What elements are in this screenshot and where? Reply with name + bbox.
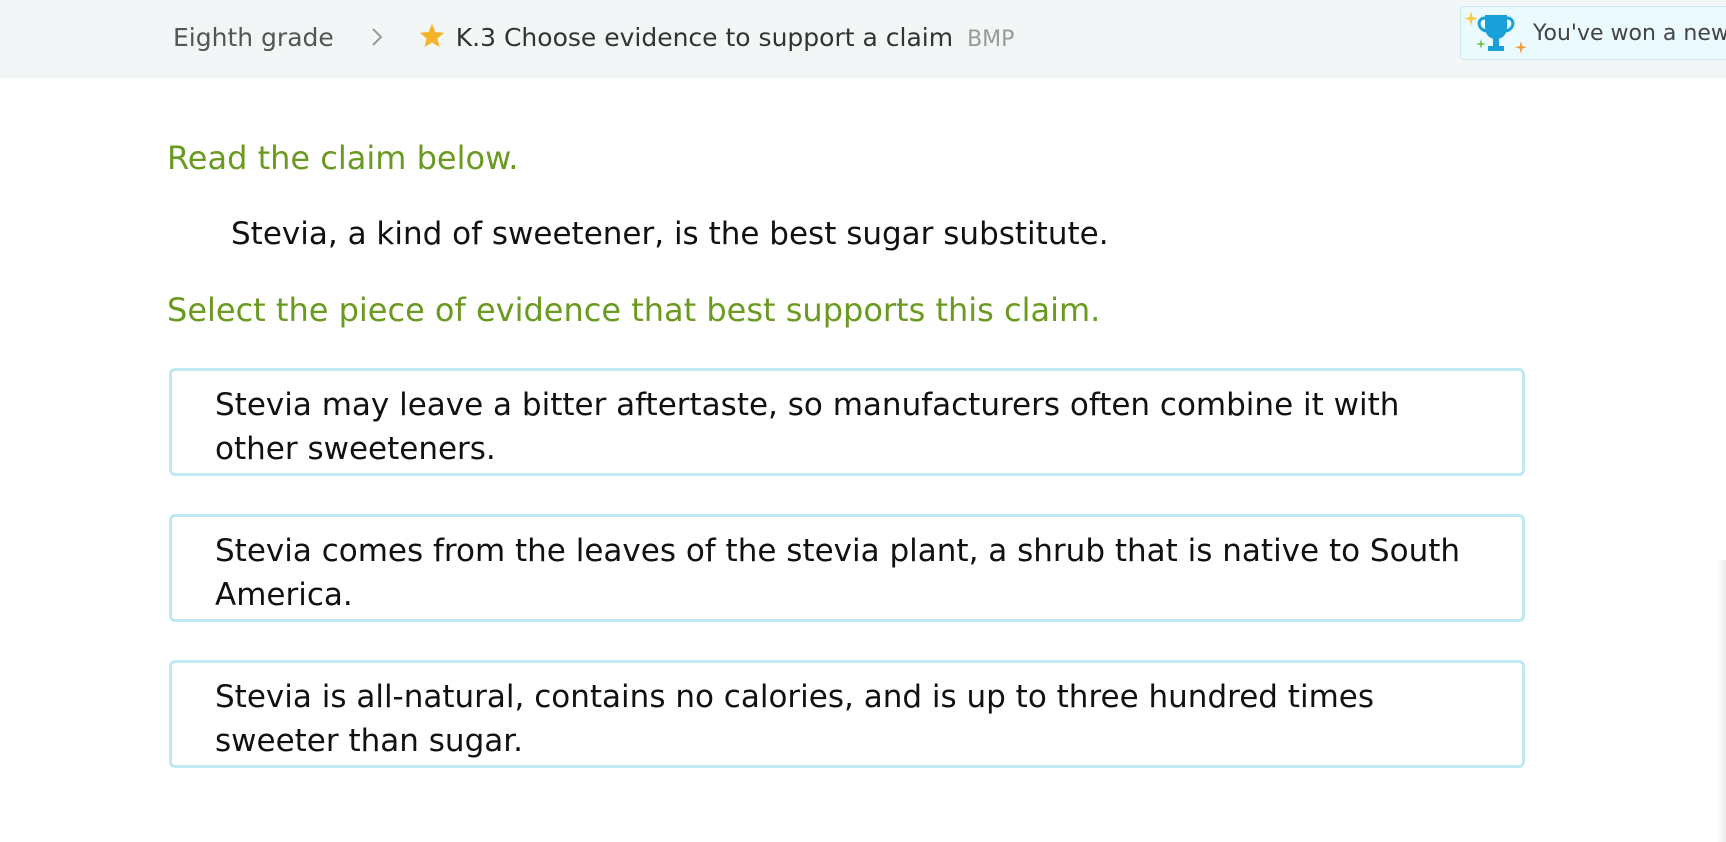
chevron-right-icon [372, 28, 383, 46]
skill-title: K.3 Choose evidence to support a claim [455, 22, 954, 52]
star-icon [419, 23, 445, 47]
award-text: You've won a new award! [1533, 20, 1726, 46]
select-evidence-instruction: Select the piece of evidence that best s… [167, 291, 1101, 329]
breadcrumb-grade-link[interactable]: Eighth grade [173, 23, 334, 52]
evidence-choice-1[interactable]: Stevia may leave a bitter aftertaste, so… [169, 368, 1525, 476]
claim-text: Stevia, a kind of sweetener, is the best… [231, 216, 1109, 252]
evidence-choice-text: Stevia comes from the leaves of the stev… [215, 533, 1461, 613]
scroll-edge-shadow [1716, 560, 1726, 842]
read-claim-instruction: Read the claim below. [167, 139, 519, 177]
skill-code: BMP [967, 26, 1015, 52]
award-notification[interactable]: You've won a new award! [1460, 6, 1726, 60]
evidence-choice-text: Stevia is all-natural, contains no calor… [215, 679, 1374, 759]
breadcrumb: Eighth grade K.3 Choose evidence to supp… [173, 0, 1014, 74]
trophy-icon [1464, 11, 1527, 54]
top-bar: Eighth grade K.3 Choose evidence to supp… [0, 0, 1726, 78]
evidence-choice-text: Stevia may leave a bitter aftertaste, so… [215, 387, 1400, 467]
evidence-choice-3[interactable]: Stevia is all-natural, contains no calor… [169, 660, 1525, 768]
evidence-choice-2[interactable]: Stevia comes from the leaves of the stev… [169, 514, 1525, 622]
